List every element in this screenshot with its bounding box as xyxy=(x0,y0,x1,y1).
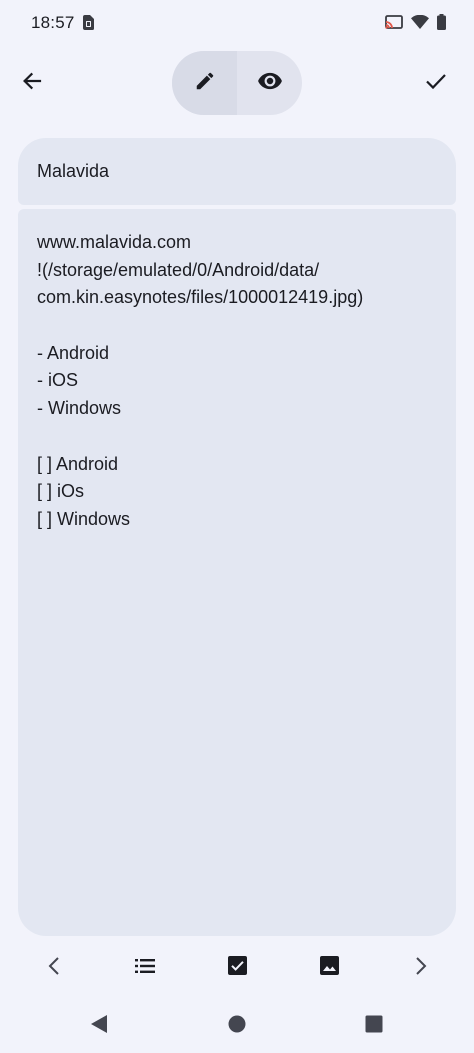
note-title-field[interactable]: Malavida xyxy=(18,138,456,205)
body-line: - iOS xyxy=(37,370,79,391)
body-line: - Windows xyxy=(37,398,122,419)
note-editor-screen: 18:57 Malavida www.malavida.com !(/stora… xyxy=(0,0,474,1053)
redo-button[interactable] xyxy=(405,952,437,984)
nav-back-icon xyxy=(90,1014,108,1039)
nav-recents-icon xyxy=(365,1015,383,1038)
image-icon xyxy=(319,956,339,980)
check-icon xyxy=(425,72,447,95)
format-toolbar xyxy=(0,944,474,992)
body-line: [ ] iOs xyxy=(37,481,85,502)
status-time: 18:57 xyxy=(31,13,75,32)
body-line xyxy=(37,423,437,451)
battery-icon xyxy=(437,14,446,35)
save-button[interactable] xyxy=(418,65,454,101)
sim-card-icon xyxy=(83,15,94,35)
mode-toggle xyxy=(172,51,302,115)
wifi-icon xyxy=(411,14,429,34)
body-line: www.malavida.com xyxy=(37,232,192,252)
checkbox-icon xyxy=(227,956,247,980)
checkbox-button[interactable] xyxy=(221,952,253,984)
note-title-text: Malavida xyxy=(37,161,110,181)
body-line: [ ] Android xyxy=(37,453,119,474)
nav-home-button[interactable] xyxy=(223,1012,251,1040)
system-nav-bar xyxy=(0,996,474,1053)
chevron-right-icon xyxy=(414,956,428,981)
undo-button[interactable] xyxy=(38,952,70,984)
eye-icon xyxy=(257,68,283,99)
nav-back-button[interactable] xyxy=(85,1012,113,1040)
cast-icon xyxy=(385,15,403,34)
nav-recents-button[interactable] xyxy=(360,1012,388,1040)
note-body-field[interactable]: www.malavida.com !(/storage/emulated/0/A… xyxy=(18,209,456,936)
pencil-icon xyxy=(194,70,216,97)
body-line: com.kin.easynotes/files/1000012419.jpg) xyxy=(37,287,364,308)
body-line: - Android xyxy=(37,342,110,363)
top-app-bar xyxy=(0,50,474,116)
nav-home-icon xyxy=(228,1015,246,1038)
chevron-left-icon xyxy=(47,956,61,981)
status-icons xyxy=(385,14,446,35)
insert-image-button[interactable] xyxy=(313,952,345,984)
preview-mode-button[interactable] xyxy=(237,51,302,115)
status-bar: 18:57 xyxy=(0,0,474,46)
body-line: !(/storage/emulated/0/Android/data/ xyxy=(37,259,320,280)
back-button[interactable] xyxy=(14,65,50,101)
edit-mode-button[interactable] xyxy=(172,51,237,115)
arrow-back-icon xyxy=(22,71,42,96)
bulleted-list-button[interactable] xyxy=(129,952,161,984)
body-line xyxy=(37,312,437,340)
body-line: [ ] Windows xyxy=(37,508,131,529)
bulleted-list-icon xyxy=(135,958,155,979)
